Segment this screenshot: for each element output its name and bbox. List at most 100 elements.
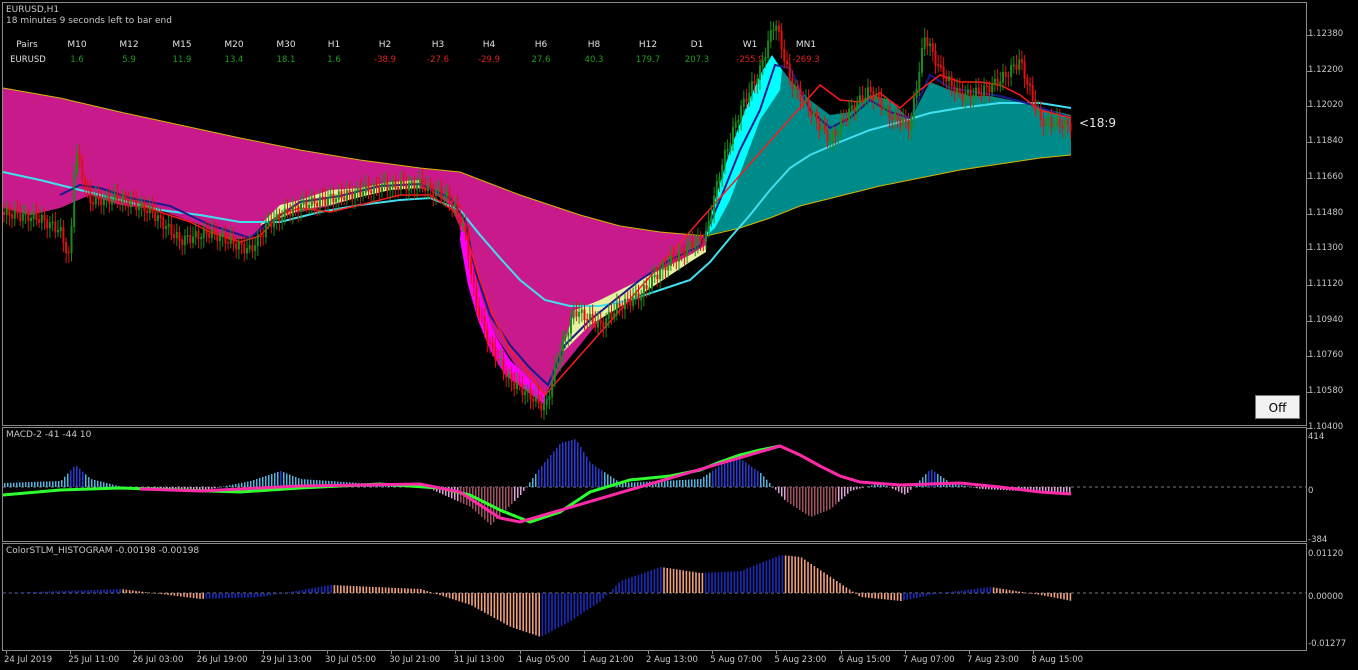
- candle-body: [418, 179, 421, 187]
- stlm-bar: [388, 587, 390, 593]
- stlm-bar: [749, 567, 752, 593]
- candle-body: [135, 200, 138, 211]
- stlm-bar: [589, 593, 592, 608]
- stlm-bar: [39, 591, 41, 593]
- candle-body: [902, 118, 905, 126]
- candle-body: [372, 183, 375, 194]
- candle-body: [183, 235, 186, 246]
- candle-body: [586, 319, 589, 321]
- macd-bar: [523, 487, 525, 491]
- macd-bar: [751, 466, 753, 487]
- candle-body: [435, 189, 437, 197]
- candle-body: [129, 199, 132, 208]
- candle-body: [969, 89, 972, 99]
- candle-body: [143, 201, 146, 212]
- macd-bar: [541, 465, 543, 487]
- stlm-bar: [676, 569, 678, 593]
- candle-body: [972, 95, 975, 99]
- stlm-bar: [250, 593, 252, 598]
- stlm-bar: [989, 587, 992, 593]
- candle-body: [318, 196, 321, 207]
- candle-body: [165, 226, 167, 229]
- price-level: 1.10580: [1308, 386, 1344, 396]
- stlm-bar: [759, 563, 761, 593]
- macd-bar: [532, 478, 534, 487]
- stlm-bar: [701, 572, 704, 593]
- time-tick: [583, 650, 585, 654]
- macd-bar: [760, 473, 762, 487]
- macd-bar: [562, 442, 564, 487]
- time-tick: [904, 650, 906, 654]
- stlm-pane-frame[interactable]: [2, 543, 1307, 651]
- bearish-cloud: [3, 88, 706, 395]
- stlm-bar: [775, 556, 777, 593]
- time-tick: [262, 650, 264, 654]
- stlm-bar: [372, 586, 374, 593]
- macd-bar: [274, 473, 276, 487]
- candle-body: [156, 215, 159, 222]
- candle-body: [1061, 125, 1064, 129]
- macd-bar: [1063, 487, 1065, 493]
- candle-body: [248, 245, 251, 250]
- stlm-bar: [407, 588, 409, 593]
- candle-body: [300, 203, 302, 212]
- candle-body: [656, 274, 659, 280]
- macd-bar: [940, 476, 942, 487]
- macd-bar: [10, 482, 12, 487]
- candle-body: [899, 119, 902, 126]
- stlm-bar: [196, 593, 198, 599]
- stlm-bar: [864, 593, 867, 598]
- stlm-bar: [1021, 592, 1024, 593]
- stlm-bar: [557, 593, 560, 628]
- candle-body: [170, 223, 173, 236]
- candle-body: [408, 182, 410, 191]
- stlm-bar: [922, 593, 924, 597]
- stlm-scale-level: 0.01120: [1308, 549, 1344, 559]
- macd-bar: [544, 462, 546, 487]
- macd-bar: [109, 483, 111, 487]
- stlm-bar: [234, 593, 236, 598]
- stlm-bar: [679, 569, 681, 593]
- macd-bar: [112, 484, 114, 487]
- stlm-bar: [231, 593, 233, 598]
- stlm-bar: [858, 593, 860, 596]
- stlm-bar: [23, 592, 25, 593]
- candle-body: [645, 285, 648, 289]
- candle-body: [799, 88, 802, 102]
- candle-body: [38, 219, 41, 223]
- macd-bar: [697, 479, 699, 487]
- stlm-bar: [480, 593, 483, 611]
- stlm-bar: [845, 587, 848, 593]
- stlm-bar: [477, 593, 480, 610]
- stlm-bar: [906, 593, 908, 600]
- stlm-bar: [612, 589, 614, 593]
- stlm-bar: [10, 592, 12, 594]
- time-tick: [327, 650, 328, 654]
- candle-body: [354, 190, 356, 199]
- candle-body: [937, 64, 940, 67]
- candle-body: [540, 402, 543, 411]
- macd-bar: [811, 487, 813, 517]
- off-button[interactable]: Off: [1255, 395, 1300, 419]
- stlm-bar: [208, 593, 211, 599]
- stlm-bar: [880, 593, 883, 600]
- candle-body: [788, 63, 791, 80]
- macd-pane-frame[interactable]: [2, 427, 1307, 542]
- macd-bar: [454, 487, 456, 500]
- candle-body: [842, 118, 845, 121]
- candle-body: [32, 211, 35, 219]
- candle-body: [921, 48, 923, 73]
- candle-body: [3, 212, 5, 215]
- stlm-bar: [365, 586, 368, 593]
- candle-body: [956, 87, 959, 94]
- macd-bar: [40, 481, 42, 487]
- time-tick: [776, 650, 778, 654]
- candle-body: [891, 117, 894, 120]
- stlm-bar: [877, 593, 880, 599]
- macd-bar: [769, 483, 771, 487]
- macd-bar: [802, 487, 804, 512]
- candle-body: [151, 205, 154, 214]
- candle-body: [448, 191, 451, 202]
- stlm-bar: [429, 592, 432, 593]
- macd-bar: [19, 482, 21, 487]
